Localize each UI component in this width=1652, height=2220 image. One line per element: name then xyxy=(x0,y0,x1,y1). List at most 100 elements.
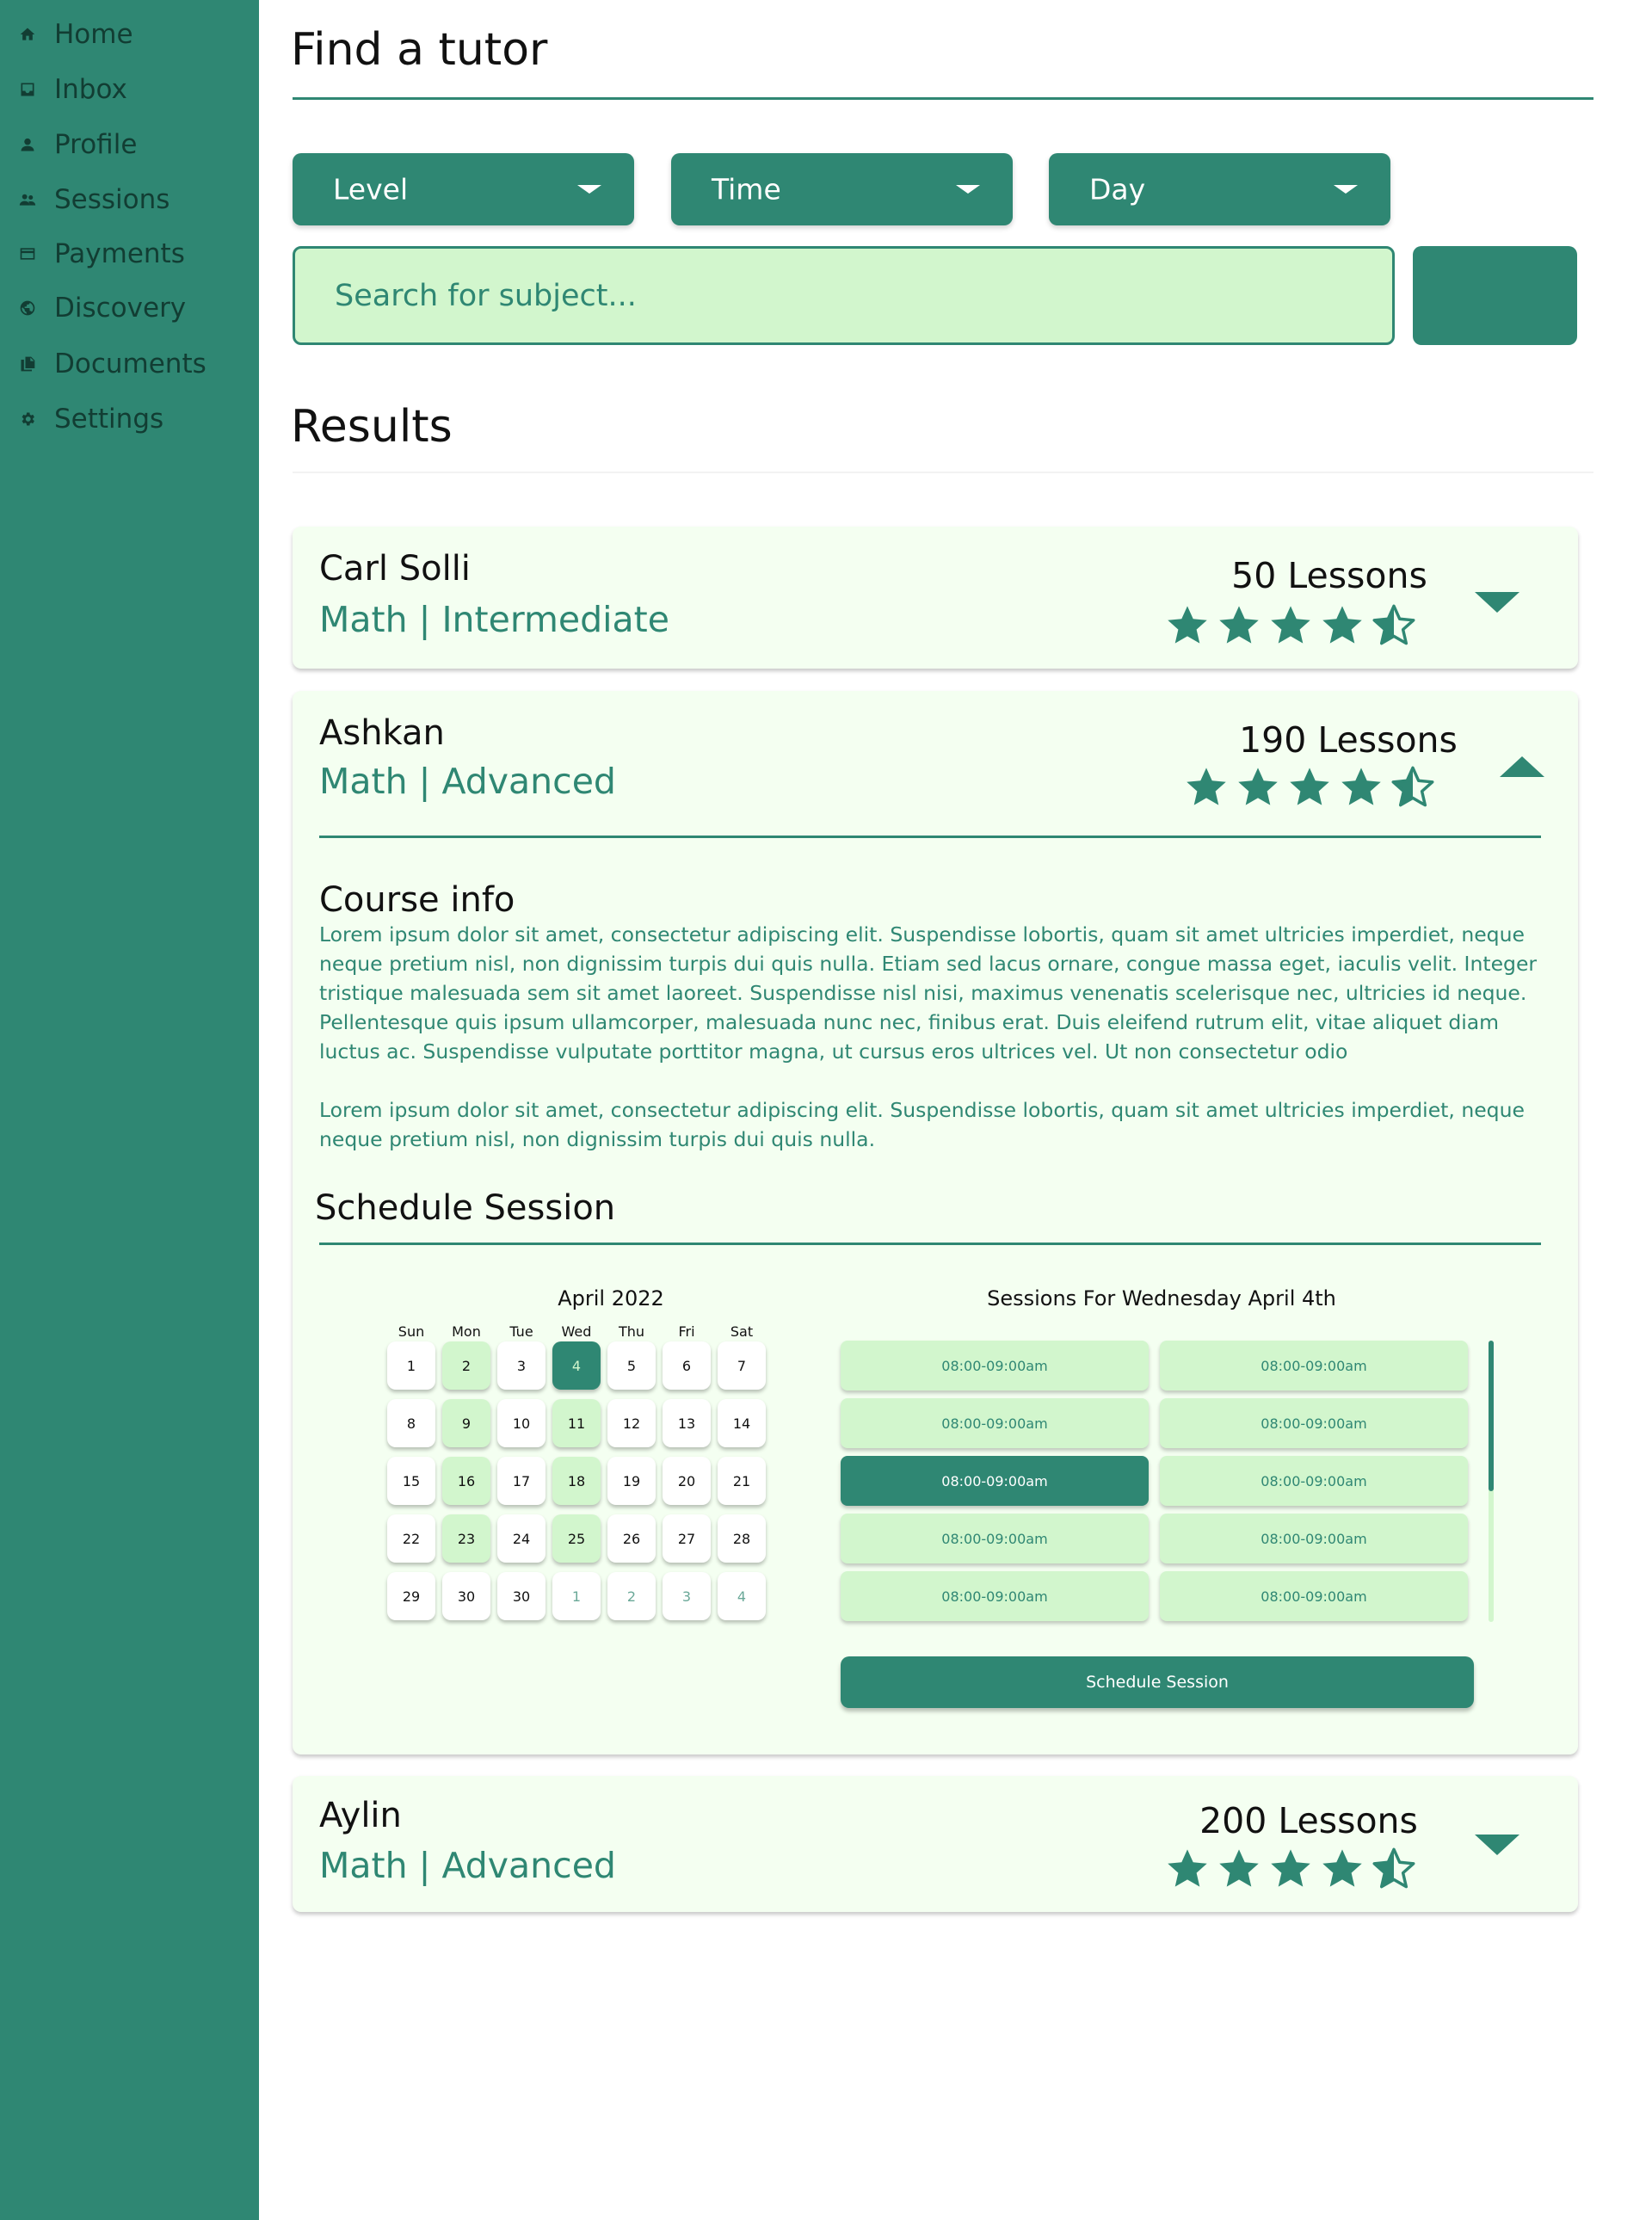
calendar-day[interactable]: 6 xyxy=(663,1341,711,1390)
calendar-day[interactable]: 7 xyxy=(718,1341,766,1390)
star-icon xyxy=(1271,606,1310,644)
calendar-day[interactable]: 16 xyxy=(442,1457,490,1505)
star-icon xyxy=(1341,768,1381,805)
rating-stars xyxy=(1165,603,1416,646)
level-dropdown[interactable]: Level xyxy=(293,153,634,225)
credit-card-icon xyxy=(17,244,38,264)
calendar-day[interactable]: 12 xyxy=(607,1399,656,1447)
expand-toggle[interactable] xyxy=(1471,1828,1523,1862)
results-divider xyxy=(293,472,1593,473)
time-slot[interactable]: 08:00-09:00am xyxy=(1160,1514,1468,1563)
calendar-day[interactable]: 29 xyxy=(387,1572,435,1620)
schedule-session-button[interactable]: Schedule Session xyxy=(841,1656,1474,1708)
sidebar-item-discovery[interactable]: Discovery xyxy=(0,287,259,330)
time-slot[interactable]: 08:00-09:00am xyxy=(1160,1571,1468,1621)
calendar-weekday: Fri xyxy=(678,1323,695,1340)
calendar-day-selected[interactable]: 4 xyxy=(552,1341,601,1390)
calendar-day[interactable]: 22 xyxy=(387,1514,435,1563)
star-icon xyxy=(1168,606,1207,644)
home-icon xyxy=(17,24,38,45)
chevron-down-icon xyxy=(1334,185,1358,194)
time-slot[interactable]: 08:00-09:00am xyxy=(841,1398,1149,1448)
calendar-day[interactable]: 2 xyxy=(607,1572,656,1620)
calendar-weekday: Wed xyxy=(561,1323,592,1340)
tutor-card[interactable]: Aylin Math | Advanced 200 Lessons xyxy=(293,1776,1578,1912)
search-button[interactable] xyxy=(1413,246,1577,345)
star-icon xyxy=(1219,1849,1259,1887)
sidebar-item-label: Settings xyxy=(54,404,164,435)
sidebar: Home Inbox Profile Sessions Payments Dis… xyxy=(0,0,259,2220)
star-icon xyxy=(1238,768,1278,805)
rating-stars xyxy=(1184,765,1435,808)
search-input[interactable] xyxy=(293,246,1395,345)
calendar-day[interactable]: 9 xyxy=(442,1399,490,1447)
sidebar-item-label: Documents xyxy=(54,348,206,379)
calendar-day[interactable]: 13 xyxy=(663,1399,711,1447)
collapse-toggle[interactable] xyxy=(1496,749,1548,784)
sidebar-item-sessions[interactable]: Sessions xyxy=(0,178,259,221)
calendar-weekday: Tue xyxy=(509,1323,533,1340)
calendar-day[interactable]: 2 xyxy=(442,1341,490,1390)
sidebar-item-payments[interactable]: Payments xyxy=(0,232,259,275)
sidebar-item-home[interactable]: Home xyxy=(0,13,259,56)
calendar-day[interactable]: 14 xyxy=(718,1399,766,1447)
sidebar-item-inbox[interactable]: Inbox xyxy=(0,68,259,111)
caret-up-icon xyxy=(1500,756,1544,777)
lesson-count: 190 Lessons xyxy=(1239,719,1458,761)
card-divider xyxy=(319,836,1541,838)
calendar-day[interactable]: 1 xyxy=(552,1572,601,1620)
time-slot[interactable]: 08:00-09:00am xyxy=(841,1571,1149,1621)
calendar-weekday: Sat xyxy=(730,1323,754,1340)
calendar-day[interactable]: 1 xyxy=(387,1341,435,1390)
time-slot-selected[interactable]: 08:00-09:00am xyxy=(841,1456,1149,1506)
sidebar-item-label: Discovery xyxy=(54,293,187,324)
scrollbar-thumb[interactable] xyxy=(1489,1341,1494,1491)
day-dropdown[interactable]: Day xyxy=(1049,153,1390,225)
calendar-day[interactable]: 21 xyxy=(718,1457,766,1505)
calendar-day[interactable]: 4 xyxy=(718,1572,766,1620)
calendar-day[interactable]: 5 xyxy=(607,1341,656,1390)
time-slot[interactable]: 08:00-09:00am xyxy=(841,1341,1149,1391)
lesson-count: 50 Lessons xyxy=(1231,555,1427,596)
sidebar-item-label: Sessions xyxy=(54,184,170,215)
calendar-day[interactable]: 26 xyxy=(607,1514,656,1563)
calendar-day[interactable]: 11 xyxy=(552,1399,601,1447)
tutor-card-expanded: Ashkan Math | Advanced 190 Lessons Cours… xyxy=(293,691,1578,1754)
star-icon xyxy=(1187,768,1226,805)
level-dropdown-label: Level xyxy=(333,172,409,207)
calendar-month: April 2022 xyxy=(558,1286,664,1310)
sidebar-item-profile[interactable]: Profile xyxy=(0,123,259,166)
calendar-day[interactable]: 30 xyxy=(442,1572,490,1620)
calendar-day[interactable]: 15 xyxy=(387,1457,435,1505)
documents-icon xyxy=(17,354,38,374)
title-divider xyxy=(293,97,1593,100)
calendar-day[interactable]: 18 xyxy=(552,1457,601,1505)
time-slot[interactable]: 08:00-09:00am xyxy=(1160,1341,1468,1391)
calendar-day[interactable]: 10 xyxy=(497,1399,546,1447)
tutor-card[interactable]: Carl Solli Math | Intermediate 50 Lesson… xyxy=(293,527,1578,669)
lesson-count: 200 Lessons xyxy=(1199,1800,1418,1841)
calendar-day[interactable]: 8 xyxy=(387,1399,435,1447)
calendar-day[interactable]: 24 xyxy=(497,1514,546,1563)
calendar-day[interactable]: 25 xyxy=(552,1514,601,1563)
star-icon xyxy=(1290,768,1329,805)
star-half-icon xyxy=(1372,1847,1415,1889)
calendar-day[interactable]: 28 xyxy=(718,1514,766,1563)
calendar-day[interactable]: 3 xyxy=(663,1572,711,1620)
sidebar-item-documents[interactable]: Documents xyxy=(0,342,259,385)
calendar-day[interactable]: 17 xyxy=(497,1457,546,1505)
calendar-day[interactable]: 3 xyxy=(497,1341,546,1390)
time-slot[interactable]: 08:00-09:00am xyxy=(1160,1456,1468,1506)
expand-toggle[interactable] xyxy=(1471,585,1523,620)
calendar-day[interactable]: 19 xyxy=(607,1457,656,1505)
tutor-subject-level: Math | Advanced xyxy=(319,1845,616,1886)
time-slot[interactable]: 08:00-09:00am xyxy=(841,1514,1149,1563)
sidebar-item-settings[interactable]: Settings xyxy=(0,398,259,441)
slots-scrollbar[interactable] xyxy=(1489,1341,1494,1622)
time-dropdown[interactable]: Time xyxy=(671,153,1013,225)
time-slot[interactable]: 08:00-09:00am xyxy=(1160,1398,1468,1448)
calendar-day[interactable]: 30 xyxy=(497,1572,546,1620)
calendar-day[interactable]: 23 xyxy=(442,1514,490,1563)
calendar-day[interactable]: 20 xyxy=(663,1457,711,1505)
calendar-day[interactable]: 27 xyxy=(663,1514,711,1563)
